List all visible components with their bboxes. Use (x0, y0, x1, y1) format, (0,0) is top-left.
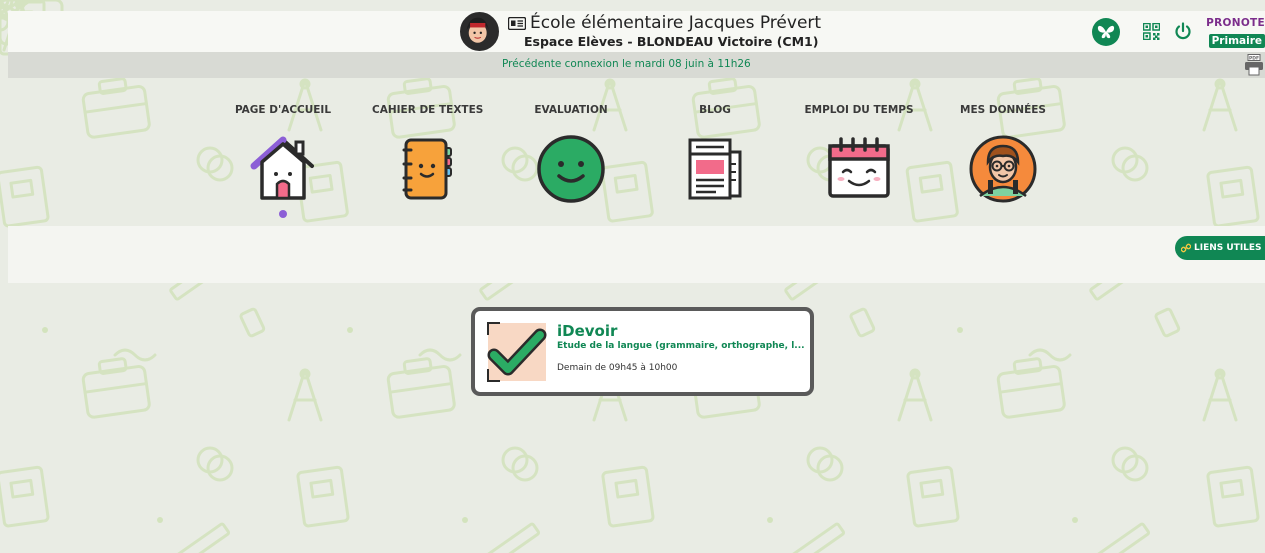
nav-item-cahier-de-textes[interactable]: CAHIER DE TEXTES (372, 104, 484, 204)
light-band (8, 226, 1265, 283)
checkbox-check-icon (487, 322, 547, 382)
card-subject: Étude de la langue (grammaire, orthograp… (557, 341, 805, 351)
nav-label: CAHIER DE TEXTES (372, 104, 484, 116)
last-connection-text: Précédente connexion le mardi 08 juin à … (502, 58, 751, 70)
newspaper-icon (688, 138, 742, 200)
nav-item-accueil[interactable]: PAGE D'ACCUEIL (228, 104, 338, 218)
id-card-icon (508, 16, 526, 30)
qr-code-icon[interactable] (1143, 23, 1160, 40)
liens-utiles-label: LIENS UTILES (1194, 243, 1262, 253)
nav-label: EVALUATION (534, 104, 608, 116)
butterfly-icon (1097, 25, 1115, 39)
school-title: École élémentaire Jacques Prévert (508, 12, 821, 34)
card-time: Demain de 09h45 à 10h00 (557, 363, 678, 373)
nav-label: PAGE D'ACCUEIL (234, 104, 332, 116)
butterfly-button[interactable] (1092, 18, 1120, 46)
notebook-icon (402, 138, 452, 200)
nav-item-emploi-du-temps[interactable]: EMPLOI DU TEMPS (804, 104, 914, 204)
student-avatar-icon (969, 135, 1037, 203)
pronote-primaire-logo: PRONOTE Primaire (1203, 17, 1265, 48)
connection-strip: Précédente connexion le mardi 08 juin à … (8, 52, 1265, 78)
app-header: École élémentaire Jacques Prévert Espace… (8, 11, 1265, 52)
idevoir-card[interactable]: iDevoir Étude de la langue (grammaire, o… (471, 307, 814, 396)
nav-label: MES DONNÉES (960, 104, 1046, 116)
link-icon (1181, 243, 1191, 253)
nav-label: EMPLOI DU TEMPS (804, 104, 914, 116)
calendar-icon (828, 137, 890, 198)
user-avatar[interactable] (460, 12, 499, 51)
nav-item-mes-donnees[interactable]: MES DONNÉES (948, 104, 1058, 204)
logo-primaire-text: Primaire (1208, 34, 1265, 48)
space-label: Espace Elèves - BLONDEAU Victoire (CM1) (524, 34, 819, 49)
card-title: iDevoir (557, 322, 618, 340)
school-name: École élémentaire Jacques Prévert (530, 13, 822, 33)
smiley-icon (537, 135, 605, 203)
house-icon (250, 136, 314, 200)
nav-label: BLOG (699, 104, 731, 116)
power-icon[interactable] (1174, 22, 1192, 40)
liens-utiles-button[interactable]: LIENS UTILES (1175, 236, 1265, 260)
active-indicator-dot (279, 210, 287, 218)
nav-item-evaluation[interactable]: EVALUATION (516, 104, 626, 204)
logo-pronote-text: PRONOTE (1206, 17, 1265, 29)
pdf-print-icon[interactable]: PDF (1244, 54, 1264, 76)
nav-item-blog[interactable]: BLOG (660, 104, 770, 204)
svg-text:PDF: PDF (1249, 56, 1259, 62)
